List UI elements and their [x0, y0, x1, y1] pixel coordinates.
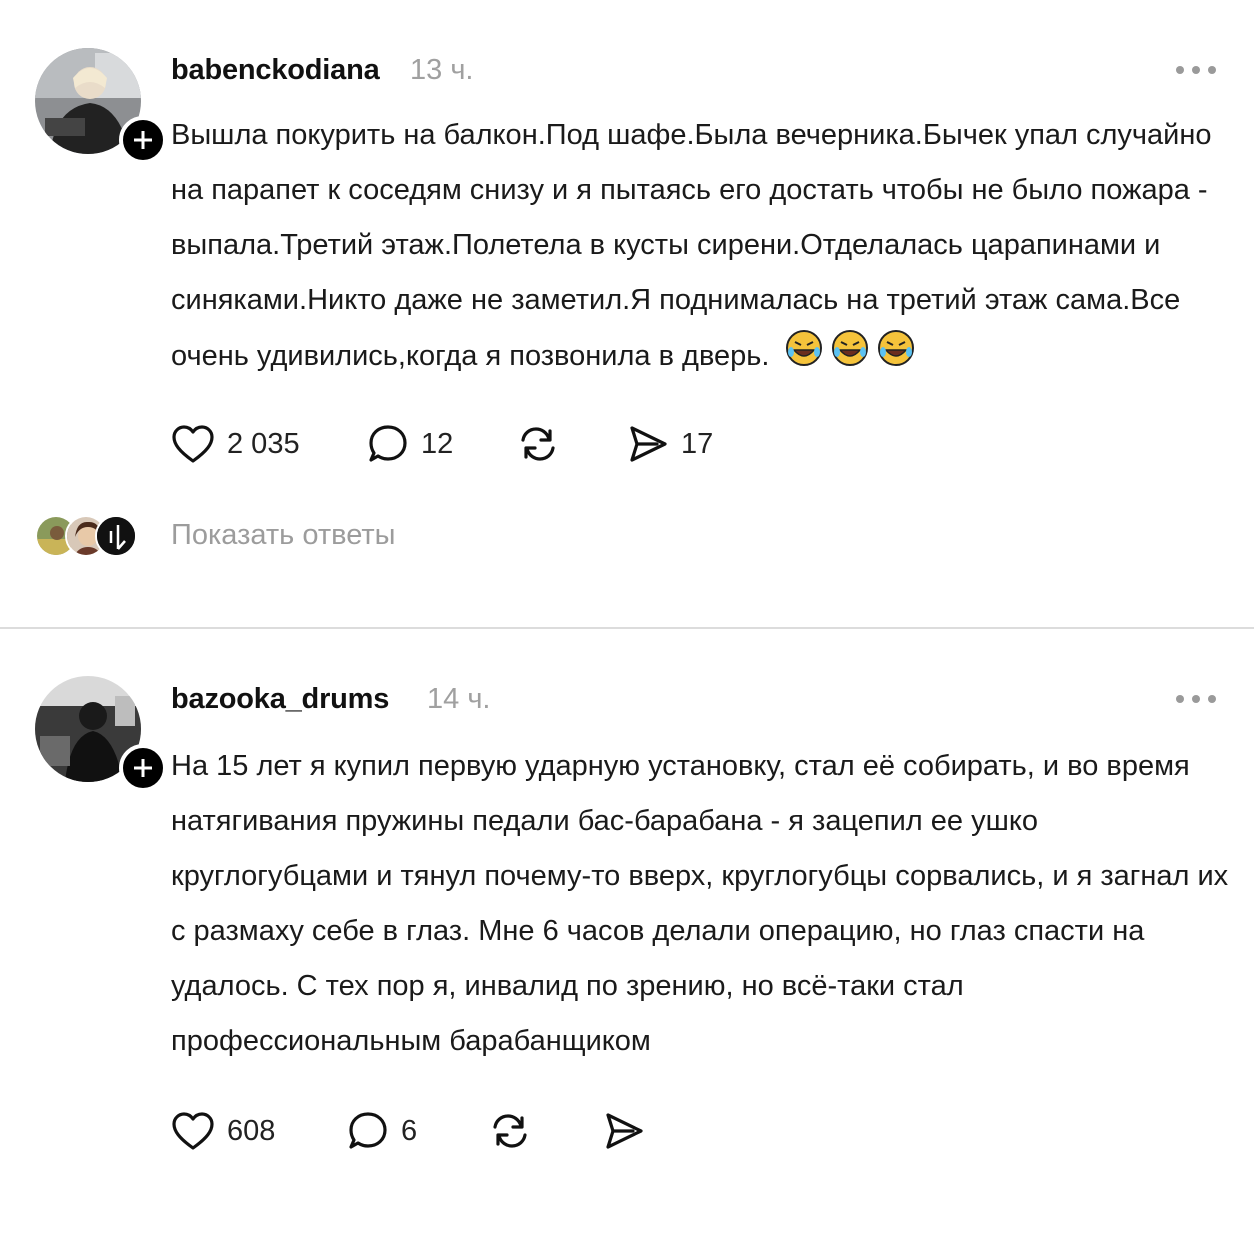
reply-avatar-3: [95, 515, 137, 557]
rolling-on-floor-laughing-emoji: [784, 328, 824, 387]
share-button[interactable]: [603, 1109, 645, 1153]
heart-icon: [172, 1112, 214, 1150]
share-button[interactable]: 17: [627, 422, 713, 466]
post-actions: 608 6: [171, 1109, 871, 1153]
rolling-on-floor-laughing-emoji: [876, 328, 916, 387]
send-icon: [606, 1113, 643, 1149]
post-text: Вышла покурить на балкон.Под шафе.Была в…: [171, 108, 1231, 387]
repost-icon: [521, 427, 555, 461]
like-button[interactable]: 608: [171, 1109, 275, 1153]
heart-icon: [172, 425, 214, 463]
username[interactable]: babenckodiana: [171, 54, 380, 87]
send-icon: [630, 426, 667, 462]
show-replies-row[interactable]: Показать ответы: [35, 515, 535, 559]
username[interactable]: bazooka_drums: [171, 683, 389, 716]
post-1-avatar-wrap: [35, 48, 167, 164]
more-options-button[interactable]: [1176, 64, 1216, 76]
comment-button[interactable]: 12: [367, 422, 453, 466]
comment-count: 12: [421, 427, 454, 460]
post-text-content: Вышла покурить на балкон.Под шафе.Была в…: [171, 119, 1212, 373]
post-time: 13 ч.: [410, 54, 474, 86]
follow-button[interactable]: [119, 116, 167, 164]
plus-icon: [134, 759, 152, 777]
repost-icon: [493, 1114, 527, 1148]
repost-button[interactable]: [489, 1109, 531, 1153]
more-options-button[interactable]: [1176, 693, 1216, 705]
more-dots-icon: [1176, 66, 1184, 74]
post-2-avatar-wrap: [35, 676, 167, 792]
share-count: 17: [681, 427, 714, 460]
comment-bubble-icon: [369, 425, 407, 462]
show-replies-link[interactable]: Показать ответы: [171, 519, 395, 552]
post-text: На 15 лет я купил первую ударную установ…: [171, 739, 1231, 1069]
rolling-on-floor-laughing-emoji: [830, 328, 870, 387]
plus-icon: [134, 131, 152, 149]
comment-bubble-icon: [349, 1112, 387, 1149]
like-count: 608: [227, 1114, 276, 1147]
post-1: babenckodiana 13 ч. Вышла покурить на ба…: [0, 0, 1254, 627]
post-2: bazooka_drums 14 ч. На 15 лет я купил пе…: [0, 629, 1254, 1254]
comment-button[interactable]: 6: [347, 1109, 417, 1153]
more-dots-icon: [1176, 695, 1184, 703]
like-count: 2 035: [227, 427, 300, 460]
post-time: 14 ч.: [427, 683, 491, 715]
repost-button[interactable]: [517, 422, 559, 466]
post-text-content: На 15 лет я купил первую ударную установ…: [171, 750, 1229, 1057]
like-button[interactable]: 2 035: [171, 422, 300, 466]
comment-count: 6: [401, 1114, 418, 1147]
post-actions: 2 035 12 17: [171, 422, 871, 466]
follow-button[interactable]: [119, 744, 167, 792]
